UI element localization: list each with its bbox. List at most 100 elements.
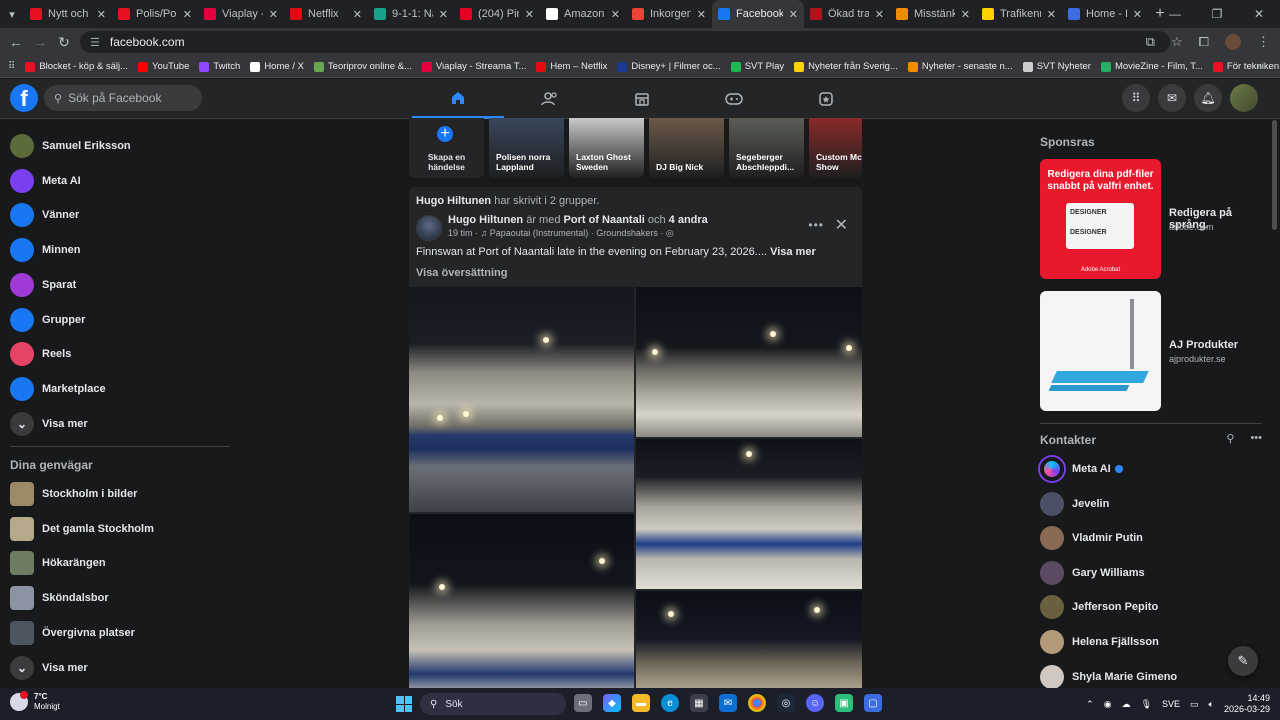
account-avatar[interactable] [1230, 84, 1258, 112]
minimize-icon[interactable]: — [1154, 0, 1196, 28]
bookmark-item[interactable]: Blocket - köp & sälj... [25, 61, 128, 72]
shortcut-item[interactable]: Övergivna platser [10, 616, 135, 650]
notifications-bell-icon[interactable]: 🔔︎ [1194, 84, 1222, 112]
tab-traffic[interactable]: Trafikenne ✕ [976, 0, 1062, 28]
shortcut-item[interactable]: ⌄ Visa mer [10, 651, 88, 685]
shortcut-item[interactable]: Det gamla Stockholm [10, 512, 154, 546]
close-window-icon[interactable]: ✕ [1238, 0, 1280, 28]
create-event-card[interactable]: + Skapa en händelse [409, 118, 484, 178]
tab-close-icon[interactable]: ✕ [97, 8, 106, 21]
nav-home[interactable] [412, 79, 504, 119]
clock[interactable]: 14:49 2026-03-29 [1224, 693, 1270, 715]
story-card[interactable]: Laxton Ghost Sweden [569, 118, 644, 178]
bookmark-item[interactable]: MovieZine - Film, T... [1100, 61, 1203, 72]
site-info-icon[interactable]: ☰ [90, 36, 100, 49]
tray-chevron-icon[interactable]: ⌃ [1086, 699, 1094, 710]
forward-icon[interactable]: → [28, 34, 52, 50]
context-author-link[interactable]: Hugo Hiltunen [416, 195, 491, 207]
sidebar-item-sparat[interactable]: Sparat [10, 268, 76, 302]
taskbar-search[interactable]: ⚲ Sök [420, 693, 566, 715]
post-place-link[interactable]: Port of Naantali [564, 214, 645, 226]
story-card[interactable]: Custom Mc Show [809, 118, 862, 178]
post-author-link[interactable]: Hugo Hiltunen [448, 214, 523, 226]
nav-friends[interactable] [504, 79, 596, 119]
tab-close-icon[interactable]: ✕ [1047, 8, 1056, 21]
tray-app-icon[interactable]: ◉ [1104, 699, 1112, 710]
browser-menu-icon[interactable]: ⋮ [1257, 34, 1270, 50]
tab-close-icon[interactable]: ✕ [789, 8, 798, 21]
sidebar-item-meta-ai[interactable]: Meta AI [10, 164, 81, 198]
extensions-icon[interactable]: ⧠ [1199, 34, 1209, 50]
tab-amazon[interactable]: Amazon.se ✕ [540, 0, 626, 28]
contact-item[interactable]: Jevelin [1040, 488, 1109, 520]
windows-start-icon[interactable] [396, 696, 412, 712]
shortcut-item[interactable]: Stockholm i bilder [10, 477, 137, 511]
tab-close-icon[interactable]: ✕ [611, 8, 620, 21]
tab-netflix[interactable]: Netflix ✕ [284, 0, 368, 28]
tab-gmail[interactable]: Inkorgen (✕ [626, 0, 712, 28]
tab-stream[interactable]: 9-1-1: Nas ✕ [368, 0, 454, 28]
tab-close-icon[interactable]: ✕ [525, 8, 534, 21]
contact-item[interactable]: Gary Williams [1040, 557, 1145, 589]
contacts-options-icon[interactable]: ••• [1250, 432, 1262, 445]
sidebar-item-vänner[interactable]: Vänner [10, 198, 79, 232]
more-bookmarks-icon[interactable]: » [1257, 61, 1262, 72]
file-explorer-icon[interactable]: ▬ [632, 694, 650, 712]
app-icon[interactable]: ▢ [864, 694, 882, 712]
page-scrollbar[interactable] [1272, 120, 1277, 230]
bookmark-item[interactable]: Twitch [199, 61, 240, 72]
bookmark-item[interactable]: SVT Play [730, 61, 784, 72]
volume-icon[interactable]: 🔈︎ [1209, 699, 1214, 710]
bookmark-item[interactable]: YouTube [138, 61, 189, 72]
see-more-link[interactable]: Visa mer [770, 246, 816, 258]
post-photo[interactable] [409, 514, 634, 707]
tab-close-icon[interactable]: ✕ [439, 8, 448, 21]
contact-item[interactable]: Jefferson Pepito [1040, 591, 1158, 623]
sidebar-item-visa-mer[interactable]: ⌄ Visa mer [10, 407, 88, 441]
tab-close-icon[interactable]: ✕ [961, 8, 970, 21]
tab-search-icon[interactable]: ▾ [0, 0, 24, 28]
edge-icon[interactable]: e [661, 694, 679, 712]
contact-item[interactable]: Helena Fjällsson [1040, 626, 1159, 658]
sidebar-item-samuel-eriksson[interactable]: Samuel Eriksson [10, 129, 131, 163]
search-contacts-icon[interactable]: ⚲ [1226, 432, 1234, 445]
facebook-logo-icon[interactable]: f [10, 84, 38, 112]
discord-icon[interactable]: ☺ [806, 694, 824, 712]
tab-news[interactable]: Misstänkt ✕ [890, 0, 976, 28]
ad-image-adobe[interactable]: Redigera dina pdf-filer snabbt på valfri… [1040, 159, 1161, 279]
story-card[interactable]: DJ Big Nick [649, 118, 724, 178]
bookmark-item[interactable]: Home / X [250, 61, 304, 72]
bookmark-item[interactable]: Teoriprov online &... [313, 61, 412, 72]
facebook-search-input[interactable]: ⚲ Sök på Facebook [44, 85, 202, 111]
bookmark-item[interactable]: Viaplay - Streama T... [421, 61, 526, 72]
post-photo[interactable] [636, 287, 862, 437]
bookmark-item[interactable]: SVT Nyheter [1022, 61, 1091, 72]
contact-item[interactable]: Vladmir Putin [1040, 522, 1143, 554]
story-card[interactable]: Segeberger Abschleppdi... [729, 118, 804, 178]
bookmark-item[interactable]: För tekniken vi älska... [1212, 61, 1280, 72]
tab-youtube[interactable]: Nytt och b ✕ [24, 0, 112, 28]
ad-image-aj[interactable] [1040, 291, 1161, 411]
network-icon[interactable]: ▭ [1190, 699, 1199, 710]
sidebar-item-reels[interactable]: Reels [10, 337, 71, 371]
tab-close-icon[interactable]: ✕ [353, 8, 362, 21]
apps-grid-icon[interactable]: ⠿ [8, 61, 15, 72]
onedrive-icon[interactable]: ☁ [1122, 699, 1131, 710]
nav-gaming[interactable] [688, 79, 780, 119]
bookmark-item[interactable]: Hem – Netflix [536, 61, 607, 72]
bookmark-item[interactable]: Nyheter från Sverig... [794, 61, 898, 72]
messenger-icon[interactable]: ✉ [1158, 84, 1186, 112]
post-options-icon[interactable]: ••• [808, 218, 824, 232]
tab-close-icon[interactable]: ✕ [269, 8, 278, 21]
bookmark-item[interactable]: Nyheter - senaste n... [907, 61, 1013, 72]
sidebar-item-grupper[interactable]: Grupper [10, 303, 85, 337]
store-icon[interactable]: ▦ [690, 694, 708, 712]
tab-youtube[interactable]: Polis/Polis ✕ [112, 0, 198, 28]
new-message-icon[interactable]: ✎ [1228, 646, 1258, 676]
menu-grid-icon[interactable]: ⠿ [1122, 84, 1150, 112]
post-others-link[interactable]: 4 andra [669, 214, 708, 226]
tab-close-icon[interactable]: ✕ [875, 8, 884, 21]
reload-icon[interactable]: ↻ [52, 34, 76, 51]
task-view-icon[interactable]: ▭ [574, 694, 592, 712]
bookmark-star-icon[interactable]: ☆ [1171, 34, 1183, 50]
